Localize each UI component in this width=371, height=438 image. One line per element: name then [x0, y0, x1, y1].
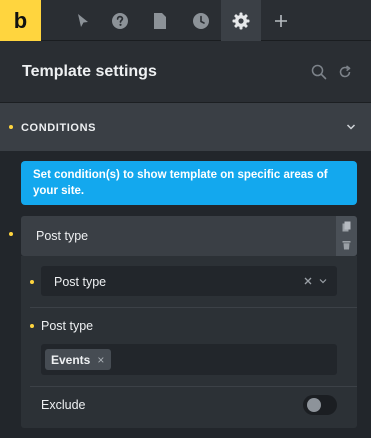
page-icon	[154, 12, 166, 29]
modified-dot	[9, 232, 13, 236]
tag-events: Events ×	[45, 349, 112, 370]
exclude-label: Exclude	[41, 398, 86, 412]
close-icon[interactable]	[304, 277, 312, 285]
modified-dot	[9, 125, 13, 129]
plus-icon	[275, 14, 287, 27]
condition-item-title: Post type	[36, 229, 89, 243]
post-type-label: Post type	[41, 319, 94, 333]
add-button[interactable]	[261, 0, 301, 41]
help-button[interactable]	[100, 0, 140, 41]
delete-icon[interactable]	[342, 240, 351, 250]
history-button[interactable]	[181, 0, 221, 41]
condition-item-header[interactable]: Post type	[21, 216, 336, 256]
history-clock-icon	[193, 12, 209, 29]
modified-dot	[30, 324, 34, 328]
pages-button[interactable]	[140, 0, 180, 41]
exclude-toggle[interactable]	[303, 395, 337, 415]
top-toolbar: b	[0, 0, 371, 41]
clone-icon[interactable]	[342, 221, 351, 232]
panel-title: Template settings	[22, 63, 157, 80]
gear-icon	[232, 12, 250, 29]
section-title: CONDITIONS	[21, 122, 97, 134]
select-value: Post type	[54, 275, 107, 289]
divider	[30, 386, 357, 387]
cursor-icon	[78, 13, 88, 27]
search-icon[interactable]	[311, 64, 327, 80]
logo[interactable]: b	[0, 0, 41, 41]
conditions-section-header[interactable]: CONDITIONS	[0, 103, 371, 151]
post-type-multiselect[interactable]: Events ×	[41, 344, 337, 375]
reset-icon[interactable]	[338, 65, 352, 79]
select-tool-button[interactable]	[63, 0, 103, 41]
info-banner: Set condition(s) to show template on spe…	[21, 161, 357, 205]
settings-button[interactable]	[221, 0, 261, 41]
chevron-down-icon[interactable]	[319, 278, 327, 284]
condition-item-actions	[336, 216, 357, 256]
modified-dot	[30, 280, 34, 284]
chevron-down-icon	[346, 124, 356, 130]
tag-remove-icon[interactable]: ×	[97, 353, 104, 367]
panel-header: Template settings	[0, 41, 371, 103]
help-icon	[112, 12, 128, 29]
divider	[30, 307, 357, 308]
condition-type-select[interactable]: Post type	[41, 266, 337, 296]
toggle-knob	[307, 398, 321, 412]
tag-label: Events	[51, 352, 91, 367]
